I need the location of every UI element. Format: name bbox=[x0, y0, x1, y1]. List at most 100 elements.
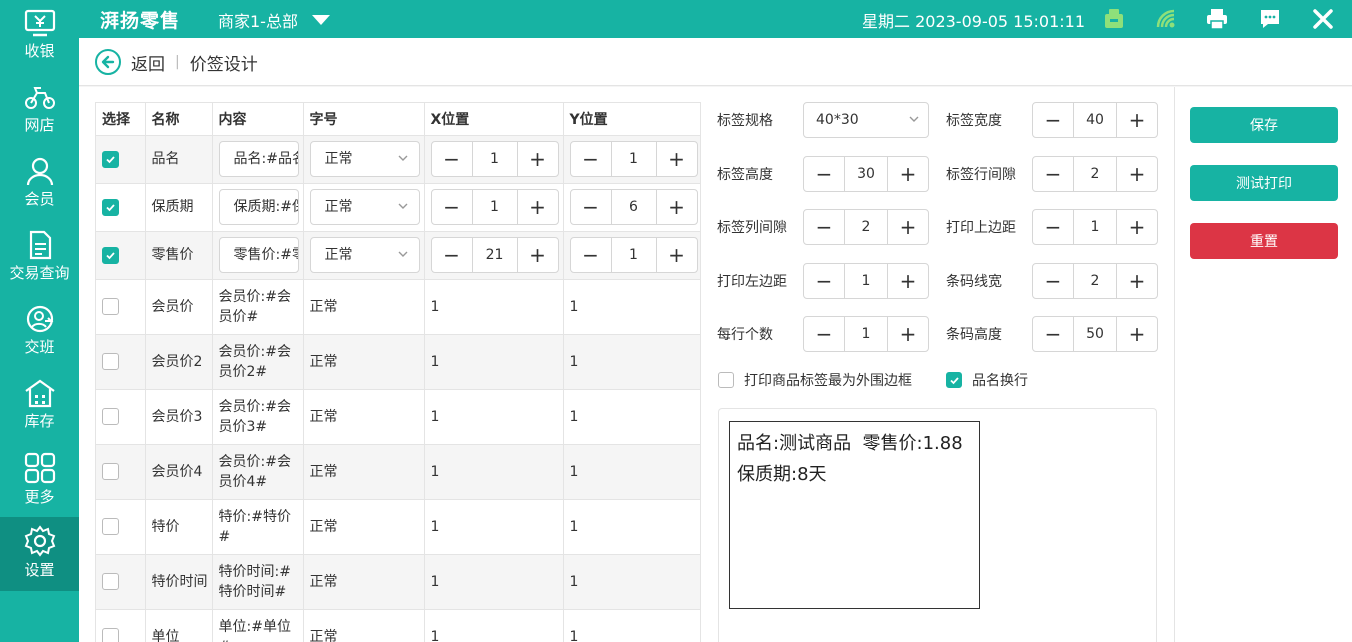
row-checkbox[interactable] bbox=[102, 353, 119, 370]
decrement-button[interactable]: − bbox=[804, 317, 844, 351]
size-select[interactable]: 正常 bbox=[309, 141, 420, 177]
decrement-button[interactable]: − bbox=[432, 238, 472, 272]
left-margin-value[interactable]: 1 bbox=[844, 264, 888, 298]
sidebar-item-settings[interactable]: 设置 bbox=[0, 517, 79, 591]
row-checkbox[interactable] bbox=[102, 573, 119, 590]
chevron-down-icon bbox=[398, 155, 407, 161]
preview-line: 保质期:8天 bbox=[737, 464, 827, 485]
height-value[interactable]: 30 bbox=[844, 157, 888, 191]
sidebar-item-inventory[interactable]: 库存 bbox=[0, 370, 79, 444]
select-cell bbox=[96, 554, 146, 610]
x-position-cell: 1 bbox=[424, 389, 564, 445]
sidebar-item-label: 收银 bbox=[24, 42, 55, 60]
decrement-button[interactable]: − bbox=[571, 238, 611, 272]
back-button[interactable]: 返回 | 价签设计 bbox=[95, 49, 258, 75]
increment-button[interactable]: + bbox=[1117, 317, 1157, 351]
decrement-button[interactable]: − bbox=[432, 190, 472, 224]
sidebar-item-transactions[interactable]: 交易查询 bbox=[0, 222, 79, 296]
content-input[interactable]: 品名:#品名# bbox=[218, 141, 299, 177]
col-gap-value[interactable]: 2 bbox=[844, 210, 888, 244]
increment-button[interactable]: + bbox=[657, 190, 697, 224]
decrement-button[interactable]: − bbox=[1033, 264, 1073, 298]
size-select[interactable]: 正常 bbox=[309, 189, 420, 225]
row-checkbox[interactable] bbox=[102, 628, 119, 642]
increment-button[interactable]: + bbox=[657, 142, 697, 176]
y-position-value[interactable]: 6 bbox=[610, 190, 657, 224]
content-cell: 品名:#品名# bbox=[212, 135, 304, 184]
content-input[interactable]: 保质期:#保质期# bbox=[218, 189, 299, 225]
increment-button[interactable]: + bbox=[657, 238, 697, 272]
close-icon[interactable] bbox=[1310, 6, 1336, 32]
increment-button[interactable]: + bbox=[888, 210, 928, 244]
sidebar-item-online-store[interactable]: 网店 bbox=[0, 74, 79, 148]
select-cell bbox=[96, 389, 146, 445]
sidebar-item-cashier[interactable]: 收银 bbox=[0, 0, 79, 74]
barcode-width-value[interactable]: 2 bbox=[1073, 264, 1117, 298]
decrement-button[interactable]: − bbox=[571, 142, 611, 176]
decrement-button[interactable]: − bbox=[1033, 317, 1073, 351]
increment-button[interactable]: + bbox=[518, 190, 558, 224]
spec-label: 标签规格 bbox=[717, 113, 773, 129]
decrement-button[interactable]: − bbox=[1033, 210, 1073, 244]
increment-button[interactable]: + bbox=[518, 238, 558, 272]
outer-border-checkbox[interactable]: 打印商品标签最为外围边框 bbox=[718, 370, 912, 390]
row-checkbox[interactable] bbox=[102, 408, 119, 425]
sidebar-item-member[interactable]: 会员 bbox=[0, 148, 79, 222]
increment-button[interactable]: + bbox=[1117, 157, 1157, 191]
decrement-button[interactable]: − bbox=[804, 157, 844, 191]
spec-select[interactable]: 40*30 bbox=[803, 102, 929, 138]
width-value[interactable]: 40 bbox=[1073, 103, 1117, 137]
y-position-cell: −1 + bbox=[563, 231, 700, 280]
size-select[interactable]: 正常 bbox=[309, 237, 420, 273]
barcode-height-label: 条码高度 bbox=[946, 327, 1002, 343]
row-checkbox[interactable] bbox=[102, 298, 119, 315]
save-button[interactable]: 保存 bbox=[1190, 107, 1338, 143]
decrement-button[interactable]: − bbox=[804, 264, 844, 298]
increment-button[interactable]: + bbox=[888, 157, 928, 191]
increment-button[interactable]: + bbox=[888, 317, 928, 351]
store-name: 商家1-总部 bbox=[218, 12, 298, 31]
decrement-button[interactable]: − bbox=[571, 190, 611, 224]
row-checkbox-checked[interactable] bbox=[102, 246, 119, 264]
sidebar-item-label: 交易查询 bbox=[9, 264, 70, 282]
row-checkbox[interactable] bbox=[102, 463, 119, 480]
reset-button[interactable]: 重置 bbox=[1190, 223, 1338, 259]
printer-icon[interactable] bbox=[1204, 6, 1230, 32]
barcode-height-value[interactable]: 50 bbox=[1073, 317, 1117, 351]
row-gap-value[interactable]: 2 bbox=[1073, 157, 1117, 191]
wifi-icon[interactable] bbox=[1153, 6, 1179, 32]
decrement-button[interactable]: − bbox=[1033, 157, 1073, 191]
row-checkbox-checked[interactable] bbox=[102, 150, 119, 168]
checkbox-checked[interactable] bbox=[946, 372, 962, 388]
message-icon[interactable] bbox=[1257, 6, 1283, 32]
decrement-button[interactable]: − bbox=[1033, 103, 1073, 137]
row-checkbox[interactable] bbox=[102, 518, 119, 535]
increment-button[interactable]: + bbox=[1117, 103, 1157, 137]
main-content: 选择 名称 内容 字号 X位置 Y位置 品名品名:#品名#正常−1+−1+保质期… bbox=[79, 87, 1352, 642]
wrap-name-checkbox[interactable]: 品名换行 bbox=[946, 370, 1028, 390]
y-position-value[interactable]: 1 bbox=[610, 238, 657, 272]
size-value: 正常 bbox=[324, 199, 353, 215]
cash-drawer-icon[interactable] bbox=[1101, 6, 1127, 32]
increment-button[interactable]: + bbox=[518, 142, 558, 176]
sidebar-item-handover[interactable]: 交班 bbox=[0, 296, 79, 370]
row-checkbox-checked[interactable] bbox=[102, 198, 119, 216]
x-position-cell: 1 bbox=[424, 279, 564, 335]
increment-button[interactable]: + bbox=[1117, 264, 1157, 298]
top-margin-value[interactable]: 1 bbox=[1073, 210, 1117, 244]
y-position-value[interactable]: 1 bbox=[610, 142, 657, 176]
store-selector[interactable]: 商家1-总部 bbox=[218, 8, 330, 32]
increment-button[interactable]: + bbox=[1117, 210, 1157, 244]
increment-button[interactable]: + bbox=[888, 264, 928, 298]
decrement-button[interactable]: − bbox=[432, 142, 472, 176]
sidebar-item-more[interactable]: 更多 bbox=[0, 444, 79, 518]
content-cell: 会员价:#会员价3# bbox=[212, 389, 304, 445]
test-print-button[interactable]: 测试打印 bbox=[1190, 165, 1338, 201]
x-position-value[interactable]: 1 bbox=[471, 142, 518, 176]
per-row-value[interactable]: 1 bbox=[844, 317, 888, 351]
x-position-value[interactable]: 1 bbox=[471, 190, 518, 224]
x-position-value[interactable]: 21 bbox=[471, 238, 518, 272]
decrement-button[interactable]: − bbox=[804, 210, 844, 244]
content-input[interactable]: 零售价:#零售价# bbox=[218, 237, 299, 273]
checkbox[interactable] bbox=[718, 372, 734, 388]
